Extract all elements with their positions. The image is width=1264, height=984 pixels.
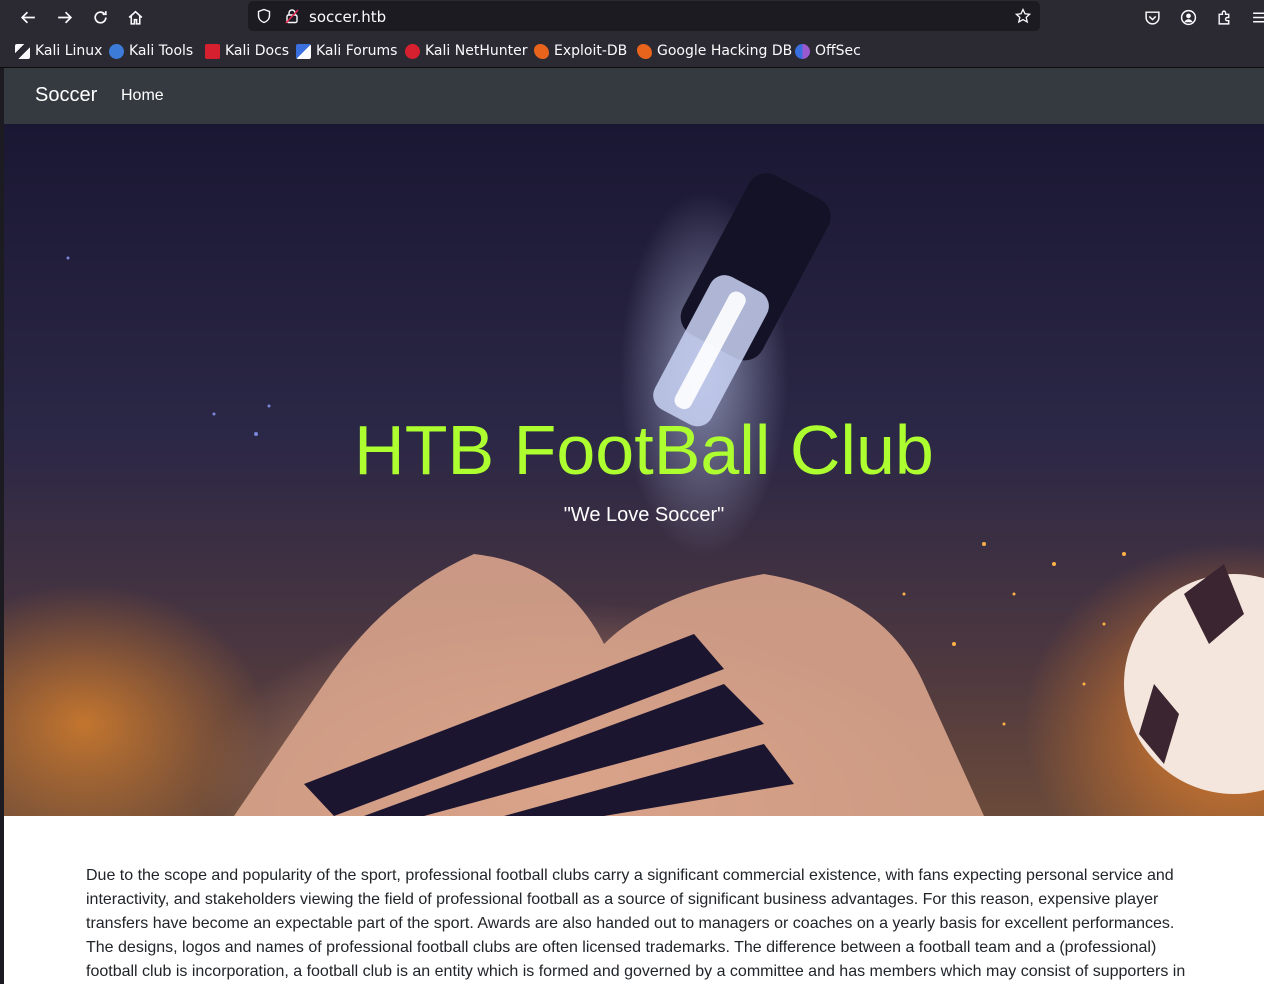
url-bar[interactable]: soccer.htb bbox=[248, 1, 1040, 31]
puzzle-icon bbox=[1217, 10, 1229, 25]
bookmark-star-icon[interactable] bbox=[1015, 8, 1031, 24]
url-text[interactable]: soccer.htb bbox=[309, 8, 386, 26]
bookmark-kali-nethunter[interactable]: Kali NetHunter bbox=[405, 42, 527, 60]
menu-button[interactable] bbox=[1246, 4, 1264, 30]
bookmark-label: Kali NetHunter bbox=[425, 43, 528, 59]
bookmark-google-hacking-db[interactable]: Google Hacking DB bbox=[637, 42, 792, 60]
bookmark-label: Kali Tools bbox=[129, 43, 194, 59]
home-icon bbox=[128, 10, 142, 25]
kali-docs-icon bbox=[205, 43, 220, 59]
hamburger-menu-icon bbox=[1252, 11, 1264, 23]
pocket-icon bbox=[1144, 10, 1160, 25]
intro-paragraph: Due to the scope and popularity of the s… bbox=[86, 867, 1186, 980]
bookmark-kali-forums[interactable]: Kali Forums bbox=[296, 42, 397, 60]
bookmark-label: Kali Linux bbox=[35, 43, 103, 59]
pocket-button[interactable] bbox=[1139, 4, 1165, 30]
bookmarks-toolbar: Kali Linux Kali Tools Kali Docs Kali For… bbox=[0, 34, 1264, 68]
exploit-db-icon bbox=[534, 43, 549, 59]
reload-button[interactable] bbox=[87, 4, 113, 30]
hero-banner: HTB FootBall Club "We Love Soccer" bbox=[4, 124, 1264, 816]
bookmark-label: OffSec bbox=[815, 43, 861, 59]
kali-dragon-icon bbox=[15, 43, 30, 59]
hero-subtitle: "We Love Soccer" bbox=[563, 504, 725, 526]
site-navbar: Soccer Home bbox=[4, 68, 1264, 124]
extensions-button[interactable] bbox=[1211, 4, 1237, 30]
nav-link-home[interactable]: Home bbox=[121, 87, 164, 105]
ghdb-icon bbox=[637, 43, 652, 59]
bookmark-kali-docs[interactable]: Kali Docs bbox=[205, 42, 289, 60]
account-icon bbox=[1180, 9, 1196, 25]
browser-toolbar: soccer.htb bbox=[0, 0, 1264, 34]
reload-icon bbox=[93, 10, 107, 24]
bookmark-kali-tools[interactable]: Kali Tools bbox=[109, 42, 193, 60]
bookmark-offsec[interactable]: OffSec bbox=[795, 42, 861, 60]
forward-arrow-icon bbox=[57, 11, 72, 23]
back-arrow-icon bbox=[20, 11, 35, 23]
bookmark-label: Kali Forums bbox=[316, 43, 398, 59]
bookmark-label: Kali Docs bbox=[225, 43, 290, 59]
bookmark-kali-linux[interactable]: Kali Linux bbox=[15, 42, 102, 60]
hero-title: HTB FootBall Club bbox=[354, 411, 934, 489]
shield-icon[interactable] bbox=[256, 8, 272, 24]
bookmark-exploit-db[interactable]: Exploit-DB bbox=[534, 42, 627, 60]
offsec-icon bbox=[795, 43, 810, 59]
bookmark-label: Google Hacking DB bbox=[657, 43, 793, 59]
insecure-lock-icon[interactable] bbox=[284, 8, 300, 24]
kali-forums-icon bbox=[296, 43, 311, 59]
kali-tools-icon bbox=[109, 43, 124, 59]
account-button[interactable] bbox=[1175, 4, 1201, 30]
kali-nethunter-icon bbox=[405, 43, 420, 59]
bookmark-label: Exploit-DB bbox=[554, 43, 628, 59]
home-button[interactable] bbox=[122, 4, 148, 30]
navbar-brand[interactable]: Soccer bbox=[35, 84, 97, 107]
forward-button[interactable] bbox=[51, 4, 77, 30]
web-page: Soccer Home HTB FootBall Club "We Love S… bbox=[4, 68, 1264, 984]
back-button[interactable] bbox=[15, 4, 41, 30]
